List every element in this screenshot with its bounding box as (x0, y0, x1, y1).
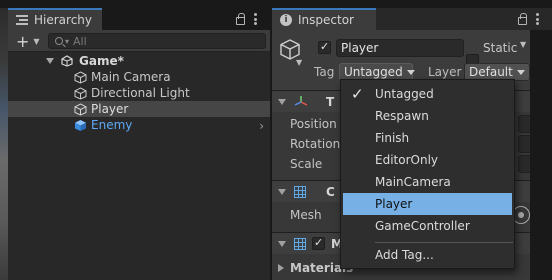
scene-view-edge (0, 0, 8, 280)
chevron-right-icon[interactable]: › (259, 119, 264, 133)
checkmark-icon: ✓ (351, 85, 364, 103)
right-panel-edge (530, 30, 552, 280)
hierarchy-item-label: Enemy (91, 118, 133, 132)
collapse-arrow-icon[interactable] (278, 240, 286, 247)
prefab-cube-icon (75, 119, 86, 131)
hierarchy-list-icon (16, 15, 28, 25)
add-object-button[interactable]: + ▼ (12, 31, 48, 51)
top-bar (0, 0, 552, 8)
expand-arrow-icon[interactable] (46, 58, 54, 64)
active-checkbox[interactable] (318, 40, 331, 54)
more-menu-icon[interactable] (254, 13, 257, 25)
menu-item-gamecontroller[interactable]: GameController (343, 215, 512, 237)
hierarchy-toolbar: + ▼ ▾ All (8, 30, 270, 52)
static-label: Static (483, 41, 518, 55)
tab-inspector-label: Inspector (298, 13, 354, 27)
chevron-down-icon: ▼ (33, 36, 40, 46)
expand-arrow-icon[interactable] (278, 264, 284, 272)
tag-dropdown-menu: ✓ Untagged Respawn Finish EditorOnly Mai… (340, 79, 515, 269)
hierarchy-item-label: Player (91, 102, 129, 116)
static-dropdown-arrow[interactable]: ▼ (520, 40, 526, 49)
gameobject-cube-icon (74, 102, 87, 116)
mesh-label: Mesh (290, 208, 322, 222)
menu-item-label: Respawn (375, 109, 429, 123)
menu-item-finish[interactable]: Finish (343, 127, 512, 149)
hierarchy-panel: Hierarchy + ▼ ▾ All Game* Main Camera Di… (8, 8, 270, 280)
menu-item-label: Player (375, 197, 413, 211)
tab-inspector[interactable]: i Inspector (272, 8, 376, 30)
chevron-down-icon (406, 69, 415, 75)
rotation-label: Rotation (290, 137, 341, 151)
lock-icon[interactable] (236, 13, 245, 25)
menu-item-label: EditorOnly (375, 153, 438, 167)
hierarchy-item-main-camera[interactable]: Main Camera (8, 69, 270, 85)
scene-name: Game* (79, 54, 124, 68)
position-label: Position (290, 117, 337, 131)
menu-item-label: MainCamera (375, 175, 451, 189)
transform-title: T (326, 94, 335, 109)
inspector-tabbar: i Inspector (272, 8, 552, 30)
tag-label: Tag (314, 65, 335, 79)
collapse-arrow-icon[interactable] (278, 98, 286, 105)
hierarchy-item-player[interactable]: Player (8, 101, 270, 117)
menu-item-label: Add Tag... (375, 248, 434, 262)
tab-hierarchy[interactable]: Hierarchy (8, 8, 103, 30)
hierarchy-item-directional-light[interactable]: Directional Light (8, 85, 270, 101)
info-icon: i (280, 14, 292, 26)
search-placeholder: All (73, 34, 87, 48)
tab-hierarchy-label: Hierarchy (34, 13, 93, 27)
menu-item-respawn[interactable]: Respawn (343, 105, 512, 127)
gameobject-cube-icon (74, 70, 87, 84)
mesh-renderer-enabled-checkbox[interactable] (312, 236, 325, 250)
menu-separator (375, 242, 513, 243)
plus-icon: + (16, 31, 30, 51)
collapse-arrow-icon[interactable] (278, 188, 286, 195)
mesh-renderer-grid-icon (294, 237, 306, 250)
menu-item-add-tag[interactable]: Add Tag... (343, 244, 512, 266)
scale-label: Scale (290, 157, 323, 171)
mesh-filter-title: C (326, 184, 335, 199)
menu-item-player[interactable]: Player (343, 193, 512, 215)
menu-item-label: Finish (375, 131, 410, 145)
menu-item-maincamera[interactable]: MainCamera (343, 171, 512, 193)
transform-icon (294, 95, 308, 106)
search-icon (55, 37, 63, 45)
menu-item-untagged[interactable]: ✓ Untagged (343, 83, 512, 105)
object-name-value: Player (341, 41, 379, 55)
scene-root-row[interactable]: Game* (8, 53, 270, 69)
unity-scene-icon (61, 55, 73, 67)
layer-value: Default (469, 65, 513, 79)
lock-icon[interactable] (518, 13, 527, 25)
hierarchy-tabbar: Hierarchy (8, 8, 270, 30)
more-menu-icon[interactable] (536, 13, 539, 25)
menu-item-label: GameController (375, 219, 470, 233)
gameobject-cube-icon (74, 86, 87, 100)
menu-item-label: Untagged (375, 87, 434, 101)
object-name-field[interactable]: Player (336, 39, 464, 57)
menu-item-editoronly[interactable]: EditorOnly (343, 149, 512, 171)
hierarchy-item-label: Main Camera (91, 70, 171, 84)
search-input[interactable]: ▾ All (48, 33, 266, 49)
mesh-filter-grid-icon (294, 185, 306, 198)
chevron-down-icon (517, 69, 525, 75)
hierarchy-item-enemy[interactable]: Enemy › (8, 117, 270, 133)
search-dropdown-icon: ▾ (65, 36, 70, 46)
icon-dropdown-arrow[interactable]: ▼ (296, 58, 302, 67)
layer-label: Layer (428, 65, 462, 79)
hierarchy-item-label: Directional Light (91, 86, 190, 100)
tag-value: Untagged (344, 65, 403, 79)
